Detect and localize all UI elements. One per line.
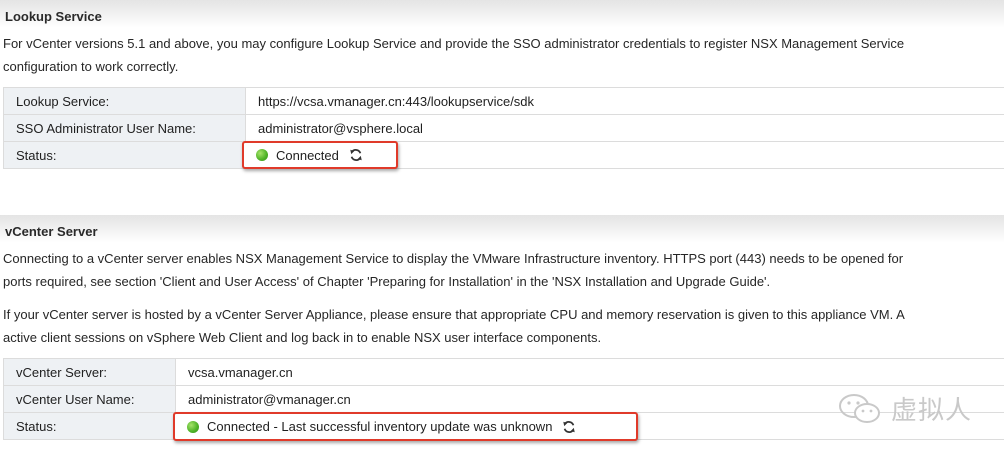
sso-admin-username-value: administrator@vsphere.local	[245, 114, 1004, 142]
refresh-icon[interactable]	[349, 148, 363, 162]
lookup-service-description-line1: For vCenter versions 5.1 and above, you …	[3, 36, 905, 51]
vcenter-status-highlight: Connected - Last successful inventory up…	[173, 412, 638, 441]
table-row: vCenter Server: vcsa.vmanager.cn	[3, 358, 1004, 386]
lookup-service-header	[0, 0, 1004, 28]
vcenter-server-value: vcsa.vmanager.cn	[175, 358, 1004, 386]
table-row: SSO Administrator User Name: administrat…	[3, 114, 1004, 142]
wechat-icon	[838, 393, 880, 423]
table-row: Status:	[3, 141, 1004, 169]
refresh-icon[interactable]	[562, 420, 576, 434]
lookup-status-text: Connected	[276, 147, 339, 163]
table-row: Lookup Service: https://vcsa.vmanager.cn…	[3, 87, 1004, 115]
lookup-status-label: Status:	[3, 141, 246, 169]
vcenter-status-text: Connected - Last successful inventory up…	[207, 419, 553, 434]
lookup-status-highlight: Connected	[242, 141, 398, 169]
connected-status-icon	[256, 149, 268, 161]
vcenter-server-label: vCenter Server:	[3, 358, 176, 386]
sso-admin-username-label: SSO Administrator User Name:	[3, 114, 246, 142]
lookup-service-url: https://vcsa.vmanager.cn:443/lookupservi…	[245, 87, 1004, 115]
lookup-service-title: Lookup Service	[5, 9, 102, 24]
vcenter-server-header	[0, 215, 1004, 243]
vcenter-description-line2: ports required, see section 'Client and …	[3, 274, 771, 289]
lookup-service-description-line2: configuration to work correctly.	[3, 59, 179, 74]
vcenter-username-label: vCenter User Name:	[3, 385, 176, 413]
lookup-service-table: Lookup Service: https://vcsa.vmanager.cn…	[3, 87, 1004, 169]
vcenter-appliance-note-line2: active client sessions on vSphere Web Cl…	[3, 330, 602, 345]
vcenter-description-line1: Connecting to a vCenter server enables N…	[3, 251, 904, 266]
connected-status-icon	[187, 420, 199, 433]
vcenter-appliance-note-line1: If your vCenter server is hosted by a vC…	[3, 307, 905, 322]
vcenter-server-title: vCenter Server	[5, 224, 98, 239]
lookup-service-label: Lookup Service:	[3, 87, 246, 115]
watermark-text: 虚拟人	[890, 396, 972, 426]
watermark: 虚拟人	[837, 390, 972, 427]
vcenter-status-label: Status:	[3, 412, 176, 440]
